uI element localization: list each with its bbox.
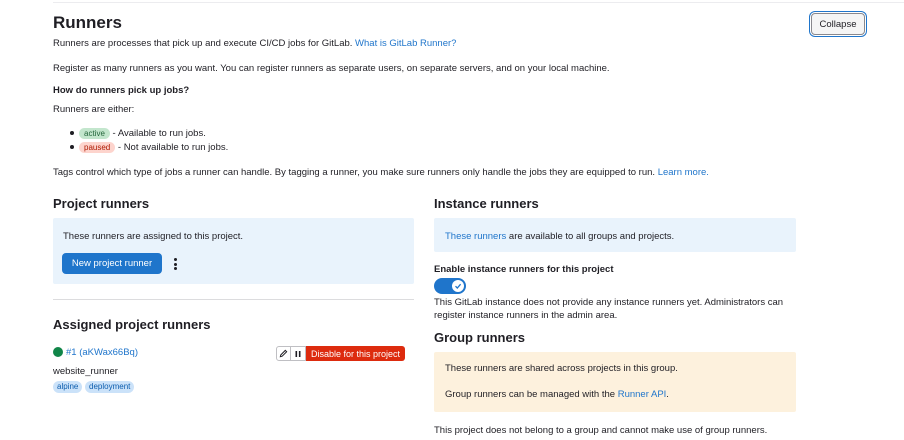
project-runners-info: These runners are assigned to this proje… — [63, 231, 244, 242]
runner-id-link[interactable]: #1 (aKWax66Bq) — [66, 346, 138, 359]
top-divider — [53, 2, 904, 3]
state-paused-text: - Not available to run jobs. — [117, 142, 229, 153]
group-footer-text: This project does not belong to a group … — [434, 425, 768, 436]
instance-runners-title: Instance runners — [434, 196, 539, 211]
instance-runners-info: These runners are available to all group… — [445, 230, 674, 243]
pickup-heading: How do runners pick up jobs? — [53, 85, 190, 96]
collapse-button[interactable]: Collapse — [811, 13, 865, 35]
either-text: Runners are either: — [53, 104, 135, 115]
assigned-runners-title: Assigned project runners — [53, 317, 211, 332]
runner-api-link[interactable]: Runner API — [618, 389, 667, 400]
paused-badge: paused — [79, 142, 116, 153]
instance-note-line1: This GitLab instance does not provide an… — [434, 297, 784, 308]
project-runners-title: Project runners — [53, 196, 150, 211]
state-active-item: active - Available to run jobs. — [79, 127, 206, 140]
bullet-dot — [70, 145, 74, 149]
group-runners-title: Group runners — [434, 330, 526, 345]
edit-icon[interactable] — [276, 346, 291, 361]
instance-runners-info-text: are available to all groups and projects… — [508, 231, 675, 242]
project-runners-box — [53, 218, 414, 284]
runner-actions: Disable for this project — [276, 346, 406, 361]
instance-runners-toggle[interactable] — [434, 278, 466, 294]
runner-description: website_runner — [53, 366, 118, 377]
intro-paragraph: Runners are processes that pick up and e… — [53, 37, 456, 50]
page-title: Runners — [53, 13, 122, 32]
group-api-suffix: . — [666, 389, 669, 400]
active-badge: active — [79, 128, 110, 139]
bullet-dot — [70, 131, 74, 135]
online-status-icon — [53, 347, 63, 357]
these-runners-link[interactable]: These runners — [445, 231, 506, 242]
group-api-text: Group runners can be managed with the — [445, 389, 616, 400]
intro-text: Runners are processes that pick up and e… — [53, 38, 353, 49]
group-runners-box — [434, 352, 796, 412]
state-paused-item: paused - Not available to run jobs. — [79, 141, 228, 154]
pause-icon[interactable] — [291, 346, 306, 361]
runner-tag: deployment — [85, 381, 135, 393]
state-active-text: - Available to run jobs. — [112, 128, 206, 139]
section-divider — [53, 299, 414, 300]
runner-tag: alpine — [53, 381, 83, 393]
disable-runner-button[interactable]: Disable for this project — [306, 346, 406, 361]
toggle-label: Enable instance runners for this project — [434, 264, 614, 275]
more-actions-icon[interactable] — [172, 257, 178, 271]
learn-more-link[interactable]: Learn more. — [658, 167, 709, 178]
new-project-runner-button[interactable]: New project runner — [62, 253, 162, 274]
register-text: Register as many runners as you want. Yo… — [53, 63, 610, 74]
tags-text: Tags control which type of jobs a runner… — [53, 167, 656, 178]
what-is-runner-link[interactable]: What is GitLab Runner? — [355, 38, 456, 49]
tags-paragraph: Tags control which type of jobs a runner… — [53, 166, 709, 179]
group-shared-text: These runners are shared across projects… — [445, 363, 678, 374]
check-icon — [452, 280, 464, 292]
instance-note-line2: register instance runners in the admin a… — [434, 310, 618, 321]
group-api-paragraph: Group runners can be managed with the Ru… — [445, 388, 669, 401]
